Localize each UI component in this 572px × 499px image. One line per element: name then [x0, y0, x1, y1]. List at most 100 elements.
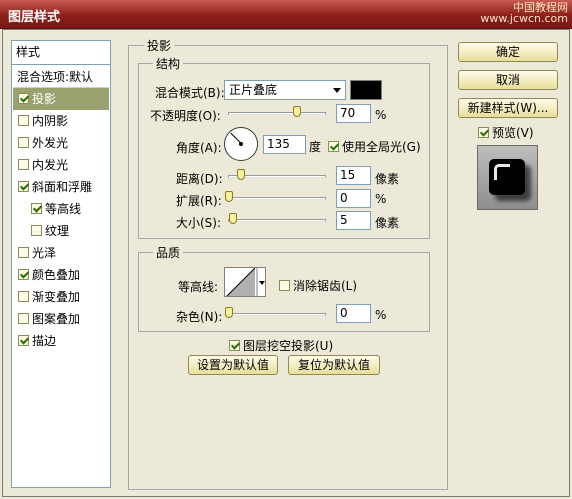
watermark: 中国教程网 www.jcwcn.com: [480, 2, 568, 24]
spread-unit: %: [375, 192, 387, 206]
noise-slider-thumb[interactable]: [225, 307, 233, 318]
styles-list-header[interactable]: 样式: [12, 41, 110, 65]
style-item-label: 斜面和浮雕: [32, 180, 93, 194]
blend-mode-select[interactable]: 正片叠底: [224, 80, 346, 100]
preview-label: 预览(V): [492, 126, 534, 140]
drop-shadow-group-title: 投影: [144, 37, 175, 54]
style-item-label: 纹理: [45, 224, 70, 238]
anti-alias-option[interactable]: 消除锯齿(L): [279, 277, 357, 294]
style-item-contour[interactable]: 等高线: [13, 198, 109, 220]
blending-options-item[interactable]: 混合选项:默认: [13, 66, 109, 88]
style-item-label: 颜色叠加: [32, 268, 81, 282]
spread-slider-thumb[interactable]: [225, 191, 233, 202]
style-item-texture[interactable]: 纹理: [13, 220, 109, 242]
outer-glow-checkbox[interactable]: [18, 137, 29, 148]
angle-label: 角度(A):: [176, 141, 222, 155]
opacity-input[interactable]: 70: [336, 104, 371, 123]
style-item-label: 内发光: [32, 158, 69, 172]
style-item-bevel-emboss[interactable]: 斜面和浮雕: [13, 176, 109, 198]
angle-unit: 度: [309, 140, 322, 154]
size-slider[interactable]: [228, 219, 326, 222]
style-item-pattern-overlay[interactable]: 图案叠加: [13, 308, 109, 330]
angle-input[interactable]: 135: [263, 135, 306, 154]
global-light-label: 使用全局光(G): [342, 140, 421, 154]
style-item-label: 图案叠加: [32, 312, 81, 326]
knockout-label: 图层挖空投影(U): [243, 339, 334, 353]
make-default-button[interactable]: 设置为默认值: [188, 355, 278, 375]
noise-input[interactable]: 0: [336, 304, 371, 323]
angle-dial[interactable]: [224, 127, 258, 161]
size-input[interactable]: 5: [336, 211, 371, 230]
knockout-option[interactable]: 图层挖空投影(U): [229, 337, 333, 354]
contour-checkbox[interactable]: [31, 203, 42, 214]
opacity-label: 不透明度(O):: [150, 109, 221, 123]
opacity-unit: %: [375, 108, 387, 122]
spread-label: 扩展(R):: [176, 194, 222, 208]
style-item-outer-glow[interactable]: 外发光: [13, 132, 109, 154]
style-item-label: 外发光: [32, 136, 69, 150]
reset-default-button[interactable]: 复位为默认值: [288, 355, 380, 375]
style-item-color-overlay[interactable]: 颜色叠加: [13, 264, 109, 286]
noise-slider[interactable]: [228, 313, 326, 316]
noise-unit: %: [375, 308, 387, 322]
style-preview: [477, 145, 538, 210]
gradient-overlay-checkbox[interactable]: [18, 291, 29, 302]
pattern-overlay-checkbox[interactable]: [18, 313, 29, 324]
preview-thumbnail: [489, 159, 525, 195]
chevron-down-icon: [329, 81, 345, 99]
knockout-checkbox[interactable]: [229, 340, 240, 351]
contour-label: 等高线:: [178, 280, 219, 294]
ok-button[interactable]: 确定: [458, 42, 558, 62]
style-item-label: 光泽: [32, 246, 57, 260]
style-item-label: 描边: [32, 334, 57, 348]
style-item-gradient-overlay[interactable]: 渐变叠加: [13, 286, 109, 308]
title-bar[interactable]: 图层样式 中国教程网 www.jcwcn.com: [0, 0, 572, 29]
inner-glow-checkbox[interactable]: [18, 159, 29, 170]
blend-mode-value: 正片叠底: [229, 83, 278, 97]
inner-shadow-checkbox[interactable]: [18, 115, 29, 126]
distance-slider-thumb[interactable]: [237, 169, 245, 180]
size-unit: 像素: [375, 216, 400, 230]
distance-label: 距离(D):: [176, 172, 223, 186]
cancel-button[interactable]: 取消: [458, 70, 558, 90]
noise-label: 杂色(N):: [176, 310, 223, 324]
drop-shadow-checkbox[interactable]: [18, 93, 29, 104]
satin-checkbox[interactable]: [18, 247, 29, 258]
window-title: 图层样式: [8, 10, 61, 25]
watermark-line2: www.jcwcn.com: [480, 12, 568, 25]
stroke-checkbox[interactable]: [18, 335, 29, 346]
structure-group-title: 结构: [153, 55, 184, 72]
contour-picker[interactable]: [224, 267, 266, 297]
opacity-slider-thumb[interactable]: [293, 106, 301, 117]
global-light-option[interactable]: 使用全局光(G): [328, 138, 421, 155]
preview-checkbox[interactable]: [478, 127, 489, 138]
preview-option[interactable]: 预览(V): [478, 124, 534, 141]
distance-unit: 像素: [375, 172, 400, 186]
spread-input[interactable]: 0: [336, 189, 371, 208]
style-item-inner-glow[interactable]: 内发光: [13, 154, 109, 176]
style-item-label: 等高线: [45, 202, 82, 216]
quality-group-title: 品质: [153, 244, 184, 261]
color-overlay-checkbox[interactable]: [18, 269, 29, 280]
blend-mode-label: 混合模式(B):: [155, 86, 225, 100]
texture-checkbox[interactable]: [31, 225, 42, 236]
size-slider-thumb[interactable]: [229, 213, 237, 224]
bevel-emboss-checkbox[interactable]: [18, 181, 29, 192]
anti-alias-checkbox[interactable]: [279, 280, 290, 291]
style-item-label: 内阴影: [32, 114, 69, 128]
style-item-label: 投影: [32, 92, 57, 106]
new-style-button[interactable]: 新建样式(W)...: [458, 98, 558, 118]
global-light-checkbox[interactable]: [328, 141, 339, 152]
size-label: 大小(S):: [176, 216, 222, 230]
style-item-inner-shadow[interactable]: 内阴影: [13, 110, 109, 132]
shadow-color-swatch[interactable]: [350, 80, 382, 100]
style-item-satin[interactable]: 光泽: [13, 242, 109, 264]
distance-input[interactable]: 15: [336, 166, 371, 185]
opacity-slider[interactable]: [228, 112, 326, 115]
contour-curve-icon: [226, 268, 265, 296]
style-item-drop-shadow[interactable]: 投影: [13, 88, 109, 110]
style-item-label: 渐变叠加: [32, 290, 81, 304]
styles-list: 样式 混合选项:默认 投影 内阴影 外发光 内发光 斜面和浮雕 等高线 纹理 光…: [11, 40, 111, 488]
spread-slider[interactable]: [228, 197, 326, 200]
style-item-stroke[interactable]: 描边: [13, 330, 109, 352]
